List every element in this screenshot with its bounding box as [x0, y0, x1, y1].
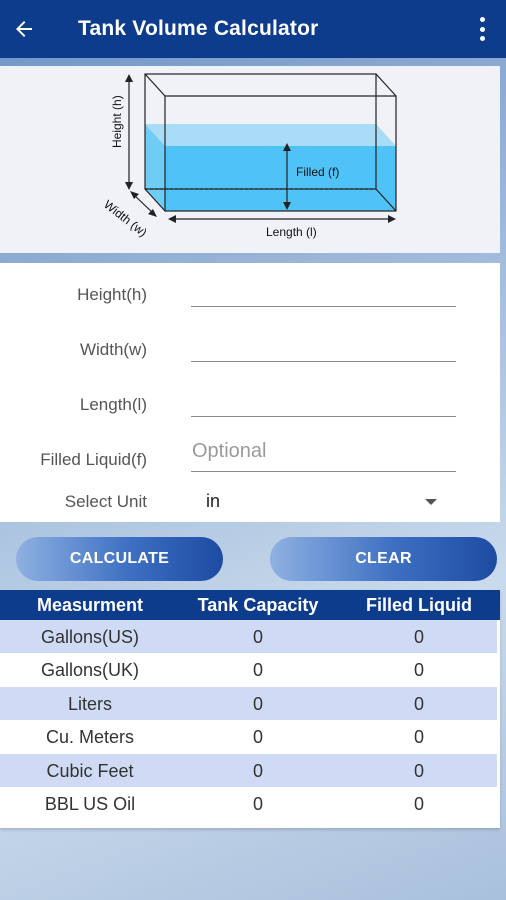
measure-cell: Gallons(US) [40, 627, 140, 647]
capacity-cell: 0 [252, 660, 263, 680]
table-header: Measurment Tank Capacity Filled Liquid [0, 590, 500, 620]
width-row: Width(w) [0, 336, 500, 376]
measure-cell: BBL US Oil [44, 794, 136, 814]
back-button[interactable] [0, 0, 48, 58]
table-row: BBL US Oil 0 0 [0, 787, 497, 820]
width-input[interactable] [191, 330, 456, 362]
capacity-cell: 0 [252, 694, 263, 714]
filled-row: Filled Liquid(f) Optional [0, 440, 500, 486]
more-options-button[interactable] [472, 17, 492, 41]
calculate-button[interactable]: CALCULATE [16, 537, 223, 581]
header-tank-capacity: Tank Capacity [197, 595, 319, 615]
capacity-cell: 0 [252, 727, 263, 747]
results-table: Measurment Tank Capacity Filled Liquid G… [0, 590, 500, 828]
unit-row[interactable]: Select Unit in [0, 491, 500, 531]
measure-cell: Cubic Feet [46, 761, 134, 781]
header-measurement: Measurment [36, 595, 144, 615]
table-row: Liters 0 0 [0, 687, 497, 720]
chevron-down-icon[interactable] [425, 499, 437, 505]
capacity-cell: 0 [252, 761, 263, 781]
header-filled-liquid: Filled Liquid [366, 595, 472, 615]
height-label: Height (h) [110, 95, 124, 148]
filled-cell: 0 [413, 794, 424, 814]
filled-input-placeholder: Optional [192, 440, 267, 462]
unit-select[interactable]: in [206, 491, 220, 512]
more-vert-icon [479, 17, 485, 22]
app-title: Tank Volume Calculator [78, 17, 319, 40]
filled-label-text: Filled Liquid(f) [40, 450, 147, 469]
filled-cell: 0 [413, 627, 424, 647]
tank-diagram: Height (h) Filled (f) Length (l) Width (… [0, 66, 500, 253]
measure-cell: Cu. Meters [45, 727, 135, 747]
input-form: Height(h) Width(w) Length(l) Filled Liqu… [0, 263, 500, 522]
filled-cell: 0 [413, 761, 424, 781]
length-input[interactable] [191, 385, 456, 417]
tank-illustration: Height (h) Filled (f) Length (l) Width (… [101, 73, 397, 240]
arrow-left-icon [16, 21, 32, 37]
length-label: Length (l) [266, 225, 317, 239]
table-row: Cu. Meters 0 0 [0, 720, 497, 753]
height-row: Height(h) [0, 281, 500, 321]
length-label-text: Length(l) [79, 395, 147, 414]
table-row: Cubic Feet 0 0 [0, 754, 497, 787]
clear-button[interactable]: CLEAR [270, 537, 497, 581]
filled-cell: 0 [413, 727, 424, 747]
table-row: Gallons(US) 0 0 [0, 620, 497, 653]
capacity-cell: 0 [252, 794, 263, 814]
height-input[interactable] [191, 275, 456, 307]
width-label-text: Width(w) [79, 340, 147, 359]
filled-cell: 0 [413, 660, 424, 680]
measure-cell: Liters [67, 694, 112, 714]
filled-cell: 0 [413, 694, 424, 714]
unit-label: Select Unit [64, 492, 147, 511]
table-row: Gallons(UK) 0 0 [0, 653, 497, 686]
app-bar: Tank Volume Calculator [0, 0, 506, 58]
capacity-cell: 0 [252, 627, 263, 647]
filled-label: Filled (f) [296, 165, 339, 179]
filled-input[interactable]: Optional [191, 440, 456, 472]
height-label-text: Height(h) [77, 285, 147, 304]
length-row: Length(l) [0, 391, 500, 431]
measure-cell: Gallons(UK) [40, 660, 140, 680]
